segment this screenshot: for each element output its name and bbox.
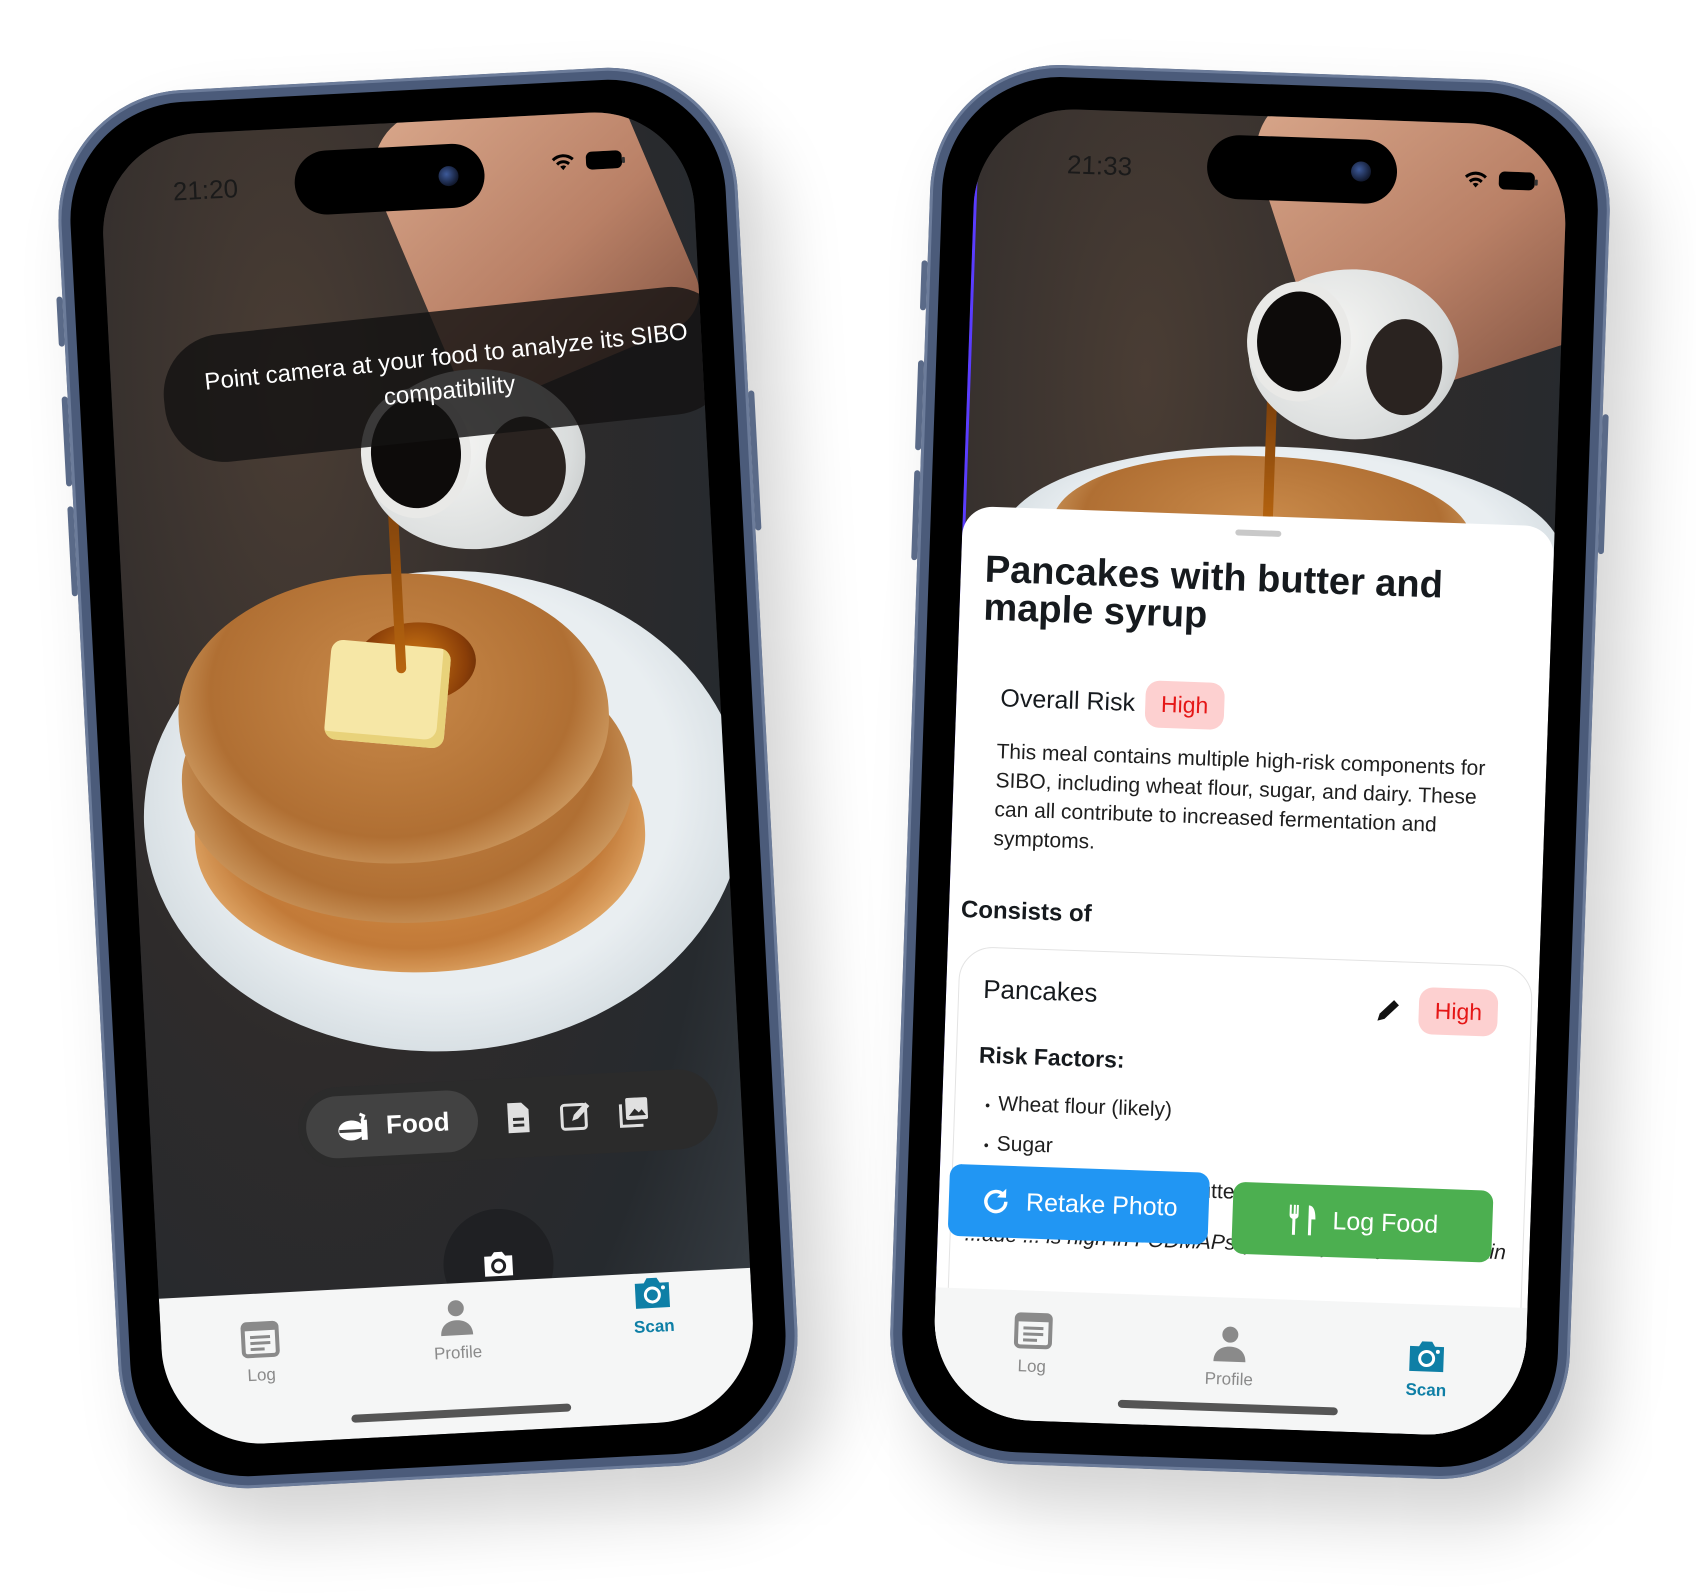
- overall-risk-row: Overall Risk High: [999, 675, 1226, 731]
- tab-scan-label: Scan: [1405, 1379, 1447, 1401]
- tab-log-label: Log: [247, 1364, 277, 1386]
- front-camera-icon: [438, 165, 460, 187]
- volume-down-button: [67, 506, 78, 597]
- action-button: [919, 260, 928, 311]
- overall-risk-badge: High: [1144, 680, 1226, 731]
- camera-icon: [1409, 1341, 1445, 1373]
- volume-up-button: [915, 360, 925, 451]
- meal-title: Pancakes with butter and maple syrup: [982, 548, 1444, 637]
- mode-food-button[interactable]: Food: [304, 1088, 480, 1160]
- tab-log[interactable]: Log: [971, 1309, 1093, 1379]
- retake-photo-button[interactable]: Retake Photo: [947, 1163, 1210, 1245]
- phone-camera-screen: 21:20 Point camera at your food to analy…: [51, 61, 805, 1495]
- tab-log-label: Log: [1017, 1356, 1047, 1377]
- profile-icon: [1213, 1326, 1246, 1363]
- power-button: [1597, 414, 1609, 555]
- tab-scan[interactable]: Scan: [1366, 1336, 1488, 1402]
- tab-profile[interactable]: Profile: [395, 1294, 518, 1366]
- camera-icon: [484, 1251, 514, 1277]
- status-icons: [549, 149, 623, 173]
- volume-up-button: [61, 396, 73, 487]
- ingredient-name: Pancakes: [982, 973, 1098, 1008]
- dynamic-island: [293, 142, 487, 217]
- ingredient-risk-badge: High: [1417, 987, 1499, 1037]
- retake-photo-label: Retake Photo: [1025, 1187, 1179, 1222]
- butter-image: [323, 638, 452, 750]
- battery-icon: [1498, 171, 1536, 191]
- camera-icon: [635, 1277, 671, 1309]
- front-camera-icon: [1350, 161, 1372, 182]
- tab-profile-label: Profile: [433, 1341, 483, 1364]
- screen: 21:33 Pancakes with butter and maple syr…: [931, 106, 1569, 1438]
- log-icon: [1013, 1312, 1053, 1350]
- refresh-icon: [984, 1188, 1008, 1214]
- profile-icon: [441, 1300, 474, 1337]
- tab-scan-label: Scan: [633, 1315, 676, 1337]
- gallery-icon[interactable]: [614, 1093, 652, 1131]
- edit-icon[interactable]: [556, 1096, 594, 1134]
- tab-log[interactable]: Log: [199, 1316, 322, 1388]
- tab-bar: Log Profile Scan: [931, 1287, 1528, 1438]
- screen: 21:20 Point camera at your food to analy…: [98, 107, 758, 1449]
- mode-food-label: Food: [385, 1105, 451, 1140]
- log-food-label: Log Food: [1332, 1206, 1439, 1239]
- utensils-icon: [1289, 1204, 1316, 1236]
- power-button: [748, 390, 762, 531]
- sheet-grabber[interactable]: [1235, 529, 1282, 537]
- tab-profile[interactable]: Profile: [1168, 1322, 1290, 1392]
- risk-summary: This meal contains multiple high-risk co…: [993, 740, 1486, 854]
- battery-icon: [585, 150, 623, 170]
- tab-scan[interactable]: Scan: [592, 1272, 715, 1340]
- wifi-icon: [1464, 171, 1487, 188]
- volume-down-button: [911, 470, 921, 561]
- tab-profile-label: Profile: [1204, 1368, 1254, 1390]
- tab-bar: Log Profile Scan: [158, 1267, 758, 1449]
- status-time: 21:20: [172, 173, 239, 207]
- dynamic-island: [1206, 134, 1399, 205]
- phone-result-screen: 21:33 Pancakes with butter and maple syr…: [885, 60, 1615, 1484]
- wifi-icon: [551, 154, 574, 171]
- bezel: 21:20 Point camera at your food to analy…: [64, 73, 792, 1483]
- status-icons: [1462, 169, 1536, 192]
- action-button: [56, 296, 65, 347]
- bezel: 21:33 Pancakes with butter and maple syr…: [898, 72, 1602, 1472]
- document-icon[interactable]: [499, 1099, 537, 1137]
- food-icon: [338, 1112, 368, 1141]
- consists-of-heading: Consists of: [960, 896, 1093, 928]
- pencil-icon[interactable]: [1374, 996, 1403, 1025]
- status-time: 21:33: [1066, 149, 1133, 182]
- log-icon: [240, 1320, 280, 1359]
- risk-factors-heading: Risk Factors:: [978, 1041, 1126, 1073]
- overall-risk-label: Overall Risk: [999, 684, 1136, 717]
- log-food-button[interactable]: Log Food: [1231, 1181, 1494, 1263]
